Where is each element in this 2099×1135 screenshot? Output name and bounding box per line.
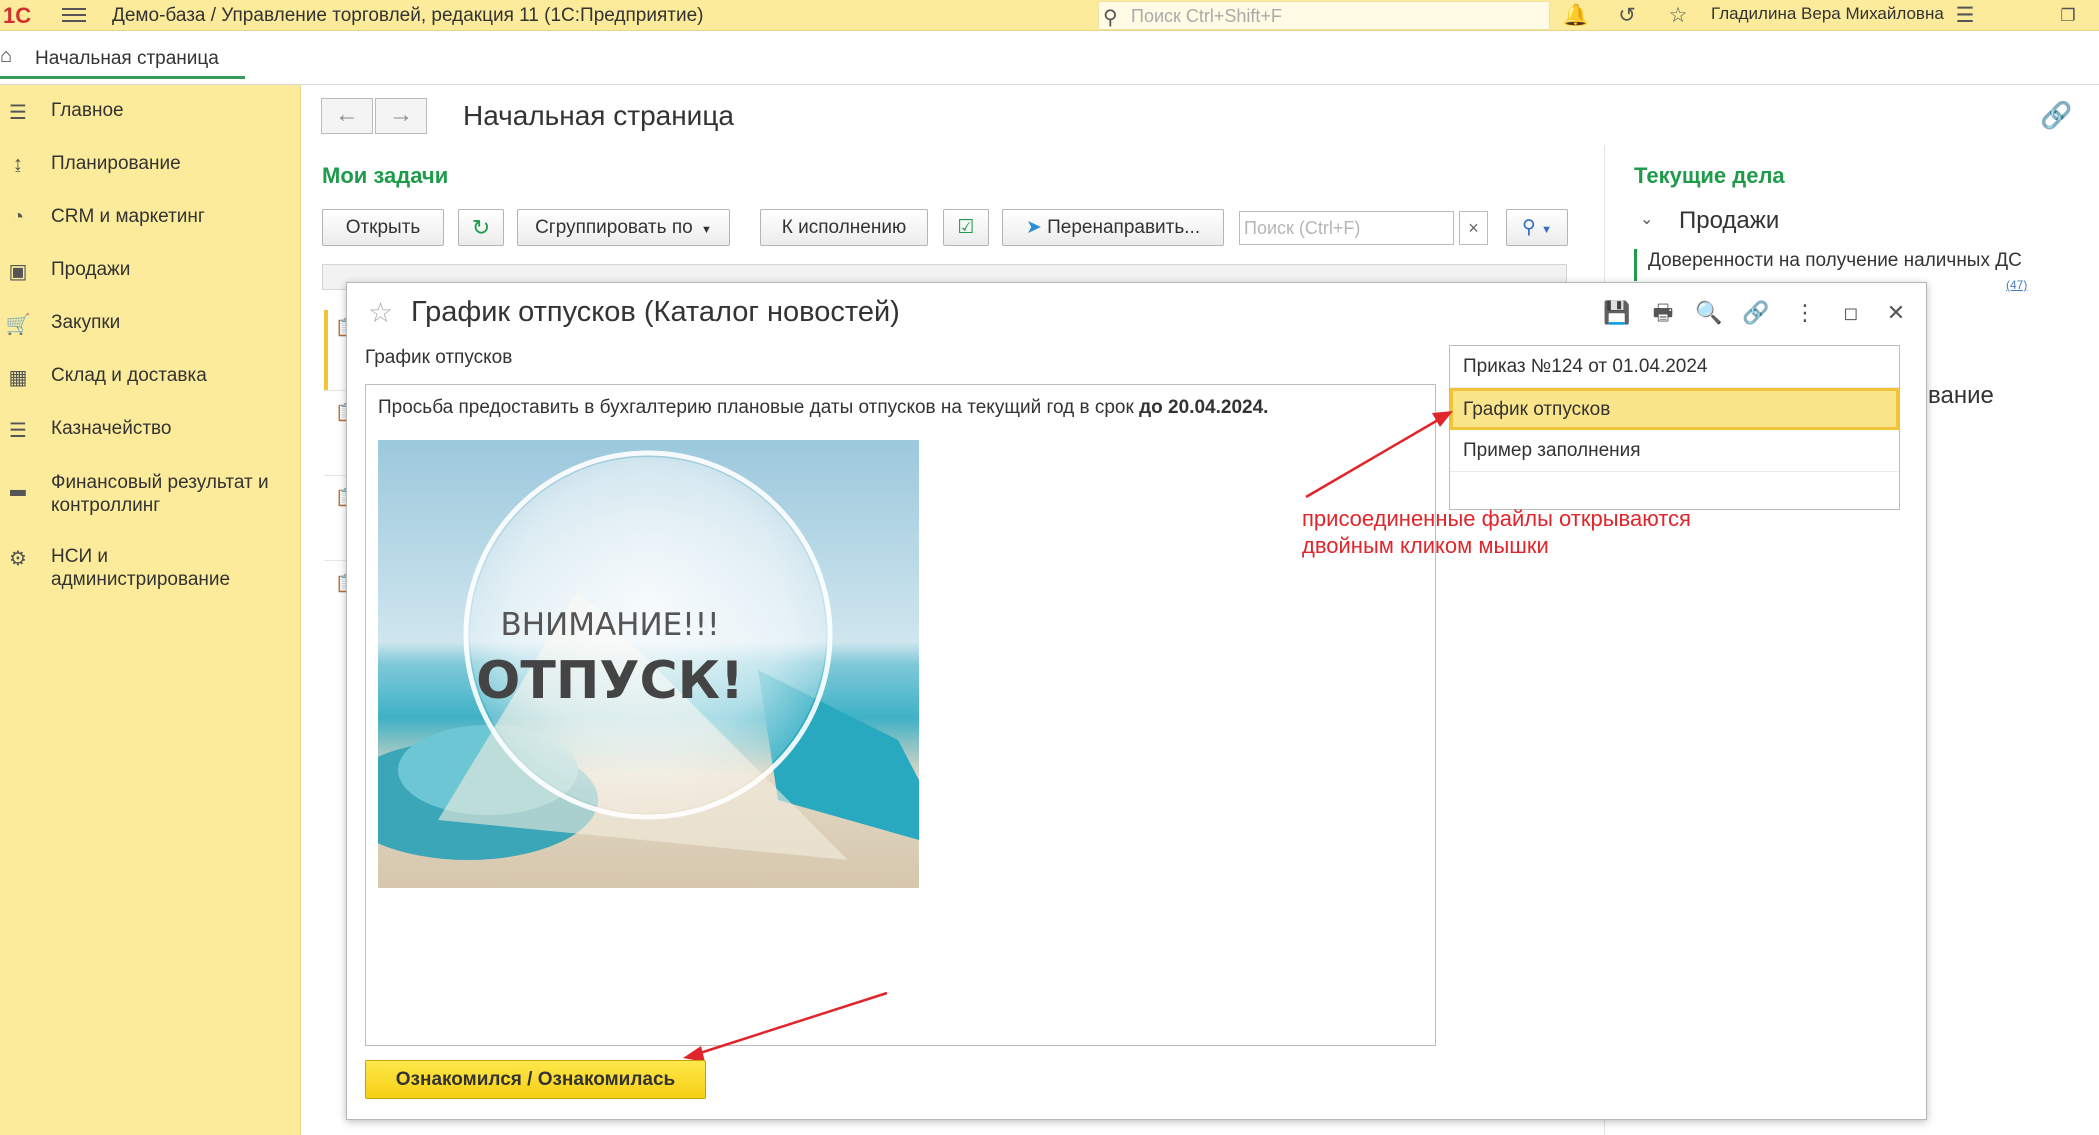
sidebar-item-label: Продажи xyxy=(51,259,131,280)
settings-menu-icon[interactable]: ☰ xyxy=(1951,2,1979,29)
document-deadline: до 20.04.2024. xyxy=(1139,397,1269,418)
attachment-label: Пример заполнения xyxy=(1463,440,1641,461)
maximize-icon[interactable]: ◻ xyxy=(1836,298,1866,328)
bar-chart-icon: ▂ xyxy=(10,474,26,496)
app-title: Демо-база / Управление торговлей, редакц… xyxy=(112,5,704,26)
restore-window-icon[interactable]: ❐ xyxy=(2054,2,2082,29)
sidebar-item-label: Финансовый результат и контроллинг xyxy=(51,472,269,516)
attachment-item[interactable]: Приказ №124 от 01.04.2024 xyxy=(1450,346,1899,388)
more-icon[interactable]: ⋮ xyxy=(1790,298,1820,328)
sidebar-item-label: Склад и доставка xyxy=(51,365,207,386)
home-icon: ⌂ xyxy=(0,45,13,67)
star-icon[interactable]: ☆ xyxy=(1664,2,1692,29)
group-marker xyxy=(1634,249,1637,281)
redirect-label: Перенаправить... xyxy=(1047,217,1201,238)
sidebar-item-label: CRM и маркетинг xyxy=(51,206,205,227)
gear-icon: ⚙ xyxy=(9,548,27,570)
chevron-down-icon: ▼ xyxy=(1541,224,1553,236)
tabs-bar: ⌂ Начальная страница xyxy=(0,31,2099,85)
search-placeholder: Поиск (Ctrl+F) xyxy=(1244,218,1361,238)
row-divider xyxy=(324,475,346,476)
annotation-line: двойным кликом мышки xyxy=(1302,533,1549,558)
print-icon[interactable]: 🖶 xyxy=(1648,298,1678,328)
tab-home-label: Начальная страница xyxy=(35,48,219,69)
attachment-item-selected[interactable]: График отпусков xyxy=(1450,388,1899,430)
current-affairs-group[interactable]: Продажи xyxy=(1679,207,1779,235)
image-caption-line1: ВНИМАНИЕ!!! xyxy=(500,607,719,643)
pie-chart-icon: ◔ xyxy=(11,206,25,228)
tasks-search-input[interactable]: Поиск (Ctrl+F) xyxy=(1239,211,1454,245)
cart-icon: 🛒 xyxy=(5,314,31,336)
current-affairs-count[interactable]: (47) xyxy=(2006,278,2027,292)
redirect-button[interactable]: ➤ Перенаправить... xyxy=(1002,209,1224,246)
selected-row-marker xyxy=(324,310,328,390)
row-divider xyxy=(324,560,346,561)
close-icon[interactable]: ✕ xyxy=(1881,298,1911,328)
chevron-down-icon[interactable]: ⌄ xyxy=(1640,209,1653,229)
image-caption-line2: ОТПУСК! xyxy=(476,651,744,711)
document-text: Просьба предоставить в бухгалтерию плано… xyxy=(378,397,1268,419)
sidebar-item-label: Планирование xyxy=(51,153,181,174)
attachment-label: График отпусков xyxy=(1463,399,1611,420)
search-options-button[interactable]: ⚲ ▼ xyxy=(1506,209,1568,246)
star-icon[interactable]: ☆ xyxy=(368,296,393,329)
group-by-button[interactable]: Сгруппировать по ▼ xyxy=(517,209,730,246)
sidebar-item-label: Казначейство xyxy=(51,418,172,439)
vacation-image: ВНИМАНИЕ!!! ОТПУСК! xyxy=(378,440,919,888)
open-button[interactable]: Открыть xyxy=(322,209,444,246)
acknowledge-button[interactable]: Ознакомился / Ознакомилась xyxy=(365,1060,706,1099)
tasks-title: Мои задачи xyxy=(322,163,449,188)
warehouse-icon: ▦ xyxy=(8,367,28,389)
attachment-label: Приказ №124 от 01.04.2024 xyxy=(1463,356,1708,377)
sidebar-item-label: НСИ и администрирование xyxy=(51,546,231,590)
link-icon[interactable]: 🔗 xyxy=(1741,298,1771,328)
link-icon[interactable]: 🔗 xyxy=(2040,100,2072,131)
page-title: Начальная страница xyxy=(463,100,734,131)
search-clear-button[interactable]: × xyxy=(1459,211,1488,245)
current-affairs-item[interactable]: Доверенности на получение наличных ДС xyxy=(1648,250,2022,272)
document-text-prefix: Просьба предоставить в бухгалтерию плано… xyxy=(378,397,1140,418)
task-done-icon[interactable]: ☑ xyxy=(943,209,989,246)
current-affairs-title: Текущие дела xyxy=(1634,163,1785,188)
arrow-right-icon: ➤ xyxy=(1025,217,1042,238)
sidebar-item-label: Закупки xyxy=(51,312,121,333)
document-label: График отпусков xyxy=(365,347,513,368)
annotation-line: присоединенные файлы открываются xyxy=(1302,506,1691,531)
app-logo[interactable]: 1С xyxy=(3,2,51,29)
bag-icon: ▣ xyxy=(8,261,28,283)
current-affairs-partial-label: вание xyxy=(1928,382,1994,409)
global-search-input[interactable]: ⚲ Поиск Ctrl+Shift+F xyxy=(1098,1,1550,30)
history-icon[interactable]: ↺ xyxy=(1613,2,1641,29)
to-execution-button[interactable]: К исполнению xyxy=(760,209,928,246)
user-name[interactable]: Гладилина Вера Михайловна xyxy=(1711,4,1944,24)
attachment-item[interactable]: Пример заполнения xyxy=(1450,430,1899,472)
top-bar: 1С Демо-база / Управление торговлей, ред… xyxy=(0,0,2099,31)
back-button[interactable]: ← xyxy=(321,98,373,134)
save-icon[interactable]: 💾 xyxy=(1602,298,1632,328)
annotation-note: присоединенные файлы открываются двойным… xyxy=(1302,505,1691,559)
global-search-placeholder: Поиск Ctrl+Shift+F xyxy=(1131,6,1282,26)
modal-title: График отпусков (Каталог новостей) xyxy=(411,296,900,328)
row-divider xyxy=(324,390,346,391)
tab-home[interactable]: ⌂ Начальная страница xyxy=(0,37,245,79)
bell-icon[interactable]: 🔔 xyxy=(1562,2,1590,29)
sidebar: ☰ Главное ↨ Планирование ◔ CRM и маркети… xyxy=(0,85,301,1135)
forward-button[interactable]: → xyxy=(375,98,427,134)
main-menu-icon[interactable] xyxy=(62,5,86,25)
chevron-down-icon: ▼ xyxy=(697,224,712,236)
search-icon: ⚲ xyxy=(1521,217,1536,238)
planning-icon: ↨ xyxy=(13,153,23,175)
list-icon: ☰ xyxy=(9,102,27,124)
search-icon: ⚲ xyxy=(1103,7,1118,29)
refresh-icon[interactable]: ↻ xyxy=(458,209,504,246)
coins-icon: ☰ xyxy=(9,420,27,442)
sidebar-item-label: Главное xyxy=(51,100,124,121)
preview-icon[interactable]: 🔍 xyxy=(1694,298,1724,328)
attachments-list: Приказ №124 от 01.04.2024 График отпуско… xyxy=(1449,345,1900,510)
group-by-label: Сгруппировать по xyxy=(535,217,693,238)
